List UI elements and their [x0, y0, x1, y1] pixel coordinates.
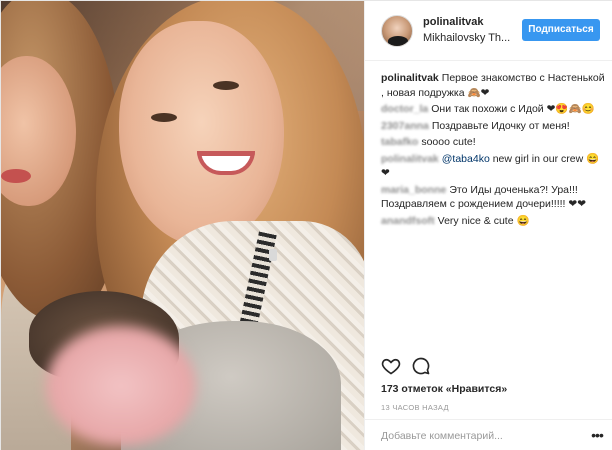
comments-list: polinalitvak Первое знакомство с Настеньк…	[381, 71, 605, 230]
comment-author-blurred[interactable]: anandfsoft	[381, 214, 435, 229]
comment-author-blurred[interactable]: polinalitvak	[381, 152, 439, 167]
comment-mention[interactable]: @taba4ko	[442, 153, 490, 165]
comment-author[interactable]: polinalitvak	[381, 72, 439, 84]
comment-author-blurred[interactable]: tabafko	[381, 135, 418, 150]
photo-lips-left	[1, 169, 31, 183]
photo-eye	[213, 81, 239, 90]
comment-text: Они так похожи с Идой ❤😍🙈😊	[431, 103, 595, 115]
comment-item: anandfsoft Very nice & cute 😄	[381, 214, 605, 229]
comment-text: Поздравьте Идочку от меня!	[431, 119, 570, 132]
likes-count[interactable]: 173 отметок «Нравится»	[381, 383, 507, 395]
post-actions	[381, 356, 601, 378]
comment-text: soooo cute!	[421, 136, 476, 148]
photo-baby-face-blurred	[46, 326, 196, 446]
comment-item: doctor_la Они так похожи с Идой ❤😍🙈😊	[381, 102, 605, 117]
photo-necklace	[269, 249, 277, 261]
photo-eye	[151, 113, 177, 122]
comment-author-blurred[interactable]: 2307anna	[381, 119, 429, 134]
post-username[interactable]: polinalitvak	[423, 16, 484, 28]
heart-icon[interactable]	[381, 356, 401, 376]
more-dots-icon[interactable]: •••	[587, 426, 607, 446]
follow-button[interactable]: Подписаться	[522, 19, 600, 41]
comment-item: polinalitvak @taba4ko new girl in our cre…	[381, 152, 605, 181]
comment-text: Very nice & cute 😄	[437, 214, 530, 227]
post-photo[interactable]	[1, 1, 364, 450]
instagram-post-window: polinalitvak Mikhailovsky Th... Подписат…	[0, 0, 612, 450]
post-location[interactable]: Mikhailovsky Th...	[423, 32, 510, 44]
comment-item: 2307anna Поздравьте Идочку от меня!	[381, 119, 605, 134]
speech-bubble-icon[interactable]	[411, 356, 431, 376]
post-header: polinalitvak Mikhailovsky Th... Подписат…	[365, 1, 612, 61]
add-comment-bar: •••	[365, 419, 612, 450]
add-comment-input[interactable]	[381, 428, 571, 444]
caption-comment: polinalitvak Первое знакомство с Настеньк…	[381, 71, 605, 100]
post-timestamp: 13 ЧАСОВ НАЗАД	[381, 403, 449, 412]
comment-author-blurred[interactable]: maria_bonne	[381, 183, 446, 198]
comment-item: tabafko soooo cute!	[381, 135, 605, 150]
user-avatar[interactable]	[381, 15, 413, 47]
comment-author-blurred[interactable]: doctor_la	[381, 102, 428, 117]
comment-item: maria_bonne Это Иды доченька?! Ура!!! Поз…	[381, 183, 605, 212]
photo-face-right	[119, 21, 284, 246]
post-sidebar: polinalitvak Mikhailovsky Th... Подписат…	[364, 1, 612, 450]
